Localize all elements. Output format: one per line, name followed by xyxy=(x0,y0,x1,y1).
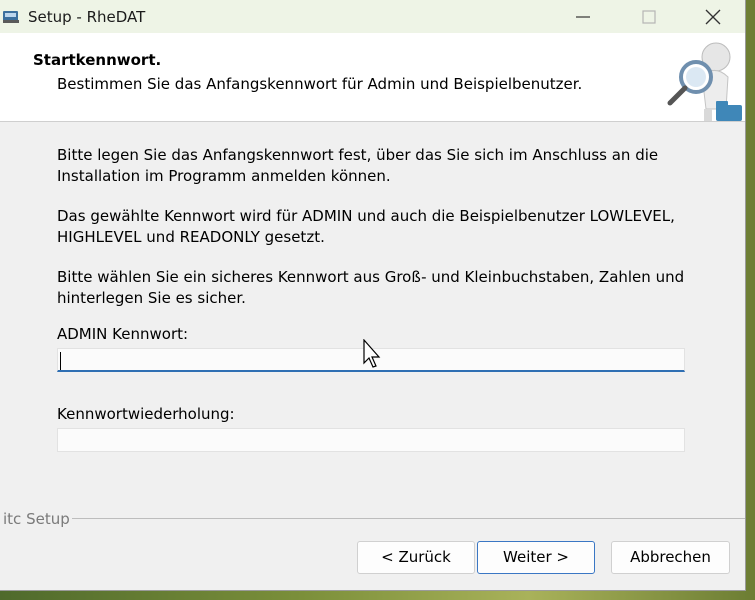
paragraph-3-line-2: hinterlegen Sie es sicher. xyxy=(57,288,246,307)
paragraph-1-line-1: Bitte legen Sie das Anfangskennwort fest… xyxy=(57,146,659,164)
page-subtitle: Bestimmen Sie das Anfangskennwort für Ad… xyxy=(57,75,583,93)
paragraph-3-line-1: Bitte wählen Sie ein sicheres Kennwort a… xyxy=(57,268,685,286)
admin-password-label: ADMIN Kennwort: xyxy=(57,325,189,343)
wizard-header: Startkennwort. Bestimmen Sie das Anfangs… xyxy=(0,33,745,122)
magnifier-figure-icon xyxy=(667,42,742,121)
maximize-button[interactable] xyxy=(626,0,672,33)
instruction-text: Bitte legen Sie das Anfangskennwort fest… xyxy=(57,145,707,328)
paragraph-2-line-1: Das gewählte Kennwort wird für ADMIN und… xyxy=(57,207,675,225)
minimize-icon xyxy=(576,16,590,18)
next-button[interactable]: Weiter > xyxy=(477,541,595,574)
back-button[interactable]: < Zurück xyxy=(357,541,475,574)
close-button[interactable] xyxy=(690,0,736,33)
window-title: Setup - RheDAT xyxy=(28,8,146,26)
password-repeat-label: Kennwortwiederholung: xyxy=(57,405,235,423)
paragraph-2-line-2: HIGHLEVEL und READONLY gesetzt. xyxy=(57,227,325,246)
close-icon xyxy=(705,9,721,25)
page-title: Startkennwort. xyxy=(33,51,162,69)
password-repeat-field[interactable] xyxy=(57,428,685,452)
text-caret xyxy=(60,352,61,370)
cancel-button[interactable]: Abbrechen xyxy=(611,541,730,574)
installer-brand-label: itc Setup xyxy=(3,510,70,528)
paragraph-1-line-2: Installation im Programm anmelden können… xyxy=(57,166,391,185)
title-bar[interactable]: Setup - RheDAT xyxy=(0,0,745,33)
maximize-icon xyxy=(642,10,656,24)
minimize-button[interactable] xyxy=(560,0,606,33)
setup-app-icon xyxy=(2,8,20,24)
setup-window: Setup - RheDAT Startkennwort. Bestimmen … xyxy=(0,0,746,591)
mouse-pointer-icon xyxy=(363,339,381,368)
footer-divider xyxy=(72,518,745,519)
